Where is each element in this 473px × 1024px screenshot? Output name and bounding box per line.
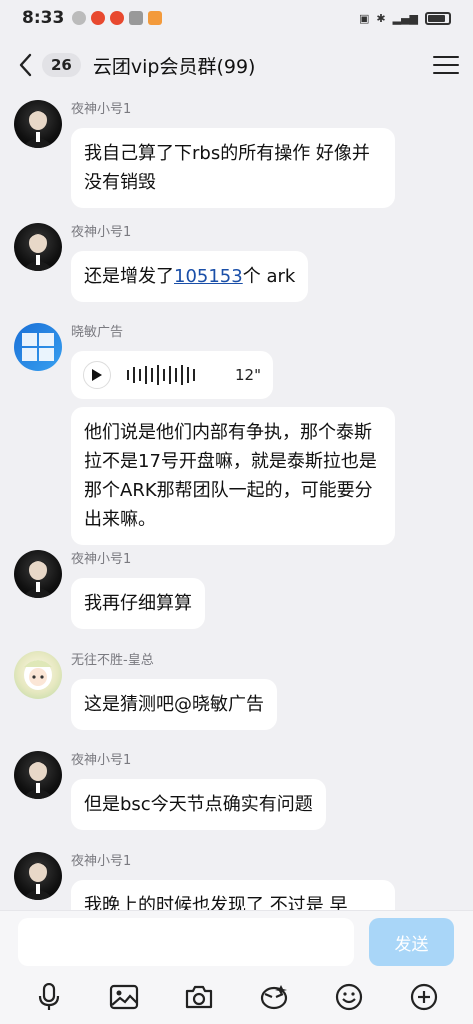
avatar[interactable] (14, 550, 62, 598)
status-time: 8:33 (22, 8, 65, 28)
bluetooth-icon: ✱ (376, 11, 386, 25)
message-bubble[interactable]: 我自己算了下rbs的所有操作 好像并没有销毁 (71, 128, 395, 208)
microphone-icon[interactable] (34, 982, 64, 1012)
message-bubble[interactable]: 我再仔细算算 (71, 578, 205, 629)
nfc-icon: ▣ (358, 11, 370, 25)
chat-list[interactable]: 夜神小号1 我自己算了下rbs的所有操作 好像并没有销毁 夜神小号1 还是增发了… (0, 94, 473, 910)
message-text: 还是增发了 (84, 266, 174, 287)
message-input[interactable] (18, 918, 354, 966)
avatar[interactable] (14, 100, 62, 148)
chat-header: 26 云团vip会员群(99) (0, 36, 473, 94)
group-title: 云团vip会员群(99) (92, 55, 256, 78)
menu-icon[interactable] (433, 52, 459, 78)
status-bar: 8:33 ▣ ✱ ▂▄▆ (0, 0, 473, 36)
input-bar: 发送 (0, 910, 473, 1024)
battery-icon (425, 11, 451, 25)
hotspot-icon (72, 11, 87, 25)
message-app-icon (148, 11, 163, 25)
avatar[interactable] (14, 651, 62, 699)
play-icon[interactable] (83, 361, 111, 389)
emoji-icon[interactable] (334, 982, 364, 1012)
avatar[interactable] (14, 223, 62, 271)
message-bubble[interactable]: 但是bsc今天节点确实有问题 (71, 779, 326, 830)
number-link[interactable]: 105153 (174, 266, 243, 287)
sender-name: 夜神小号1 (71, 552, 132, 567)
sender-name: 夜神小号1 (71, 753, 132, 768)
red-packet-icon[interactable] (259, 982, 289, 1012)
notification-icons (72, 11, 163, 25)
sender-name: 夜神小号1 (71, 102, 132, 117)
sender-name: 晓敏广告 (71, 325, 124, 340)
camera-icon[interactable] (184, 982, 214, 1012)
message-bubble[interactable]: 这是猜测吧@晓敏广告 (71, 679, 277, 730)
back-icon[interactable] (14, 50, 36, 80)
sender-name: 夜神小号1 (71, 854, 132, 869)
shield-icon (129, 11, 144, 25)
weibo-icon-2 (110, 11, 125, 25)
message-bubble[interactable]: 我晚上的时候也发现了 不过是 早 (71, 880, 395, 910)
image-icon[interactable] (109, 982, 139, 1012)
input-toolbar (0, 977, 473, 1017)
sender-name: 夜神小号1 (71, 225, 132, 240)
waveform-icon (127, 363, 195, 387)
signal-icon: ▂▄▆ (392, 11, 418, 25)
system-icons: ▣ ✱ ▂▄▆ (358, 11, 451, 25)
message-text: 个 ark (242, 266, 296, 287)
message-bubble[interactable]: 还是增发了105153个 ark (71, 251, 309, 302)
sender-name: 无往不胜-皇总 (71, 653, 154, 668)
avatar[interactable] (14, 323, 62, 371)
message-bubble[interactable]: 他们说是他们内部有争执，那个泰斯拉不是17号开盘嘛，就是泰斯拉也是那个ARK那帮… (71, 407, 395, 545)
plus-icon[interactable] (409, 982, 439, 1012)
voice-message[interactable]: 12" (71, 351, 273, 399)
unread-badge[interactable]: 26 (42, 53, 81, 77)
weibo-icon (91, 11, 106, 25)
avatar[interactable] (14, 751, 62, 799)
voice-duration: 12" (235, 366, 261, 384)
send-button[interactable]: 发送 (369, 918, 454, 966)
avatar[interactable] (14, 852, 62, 900)
